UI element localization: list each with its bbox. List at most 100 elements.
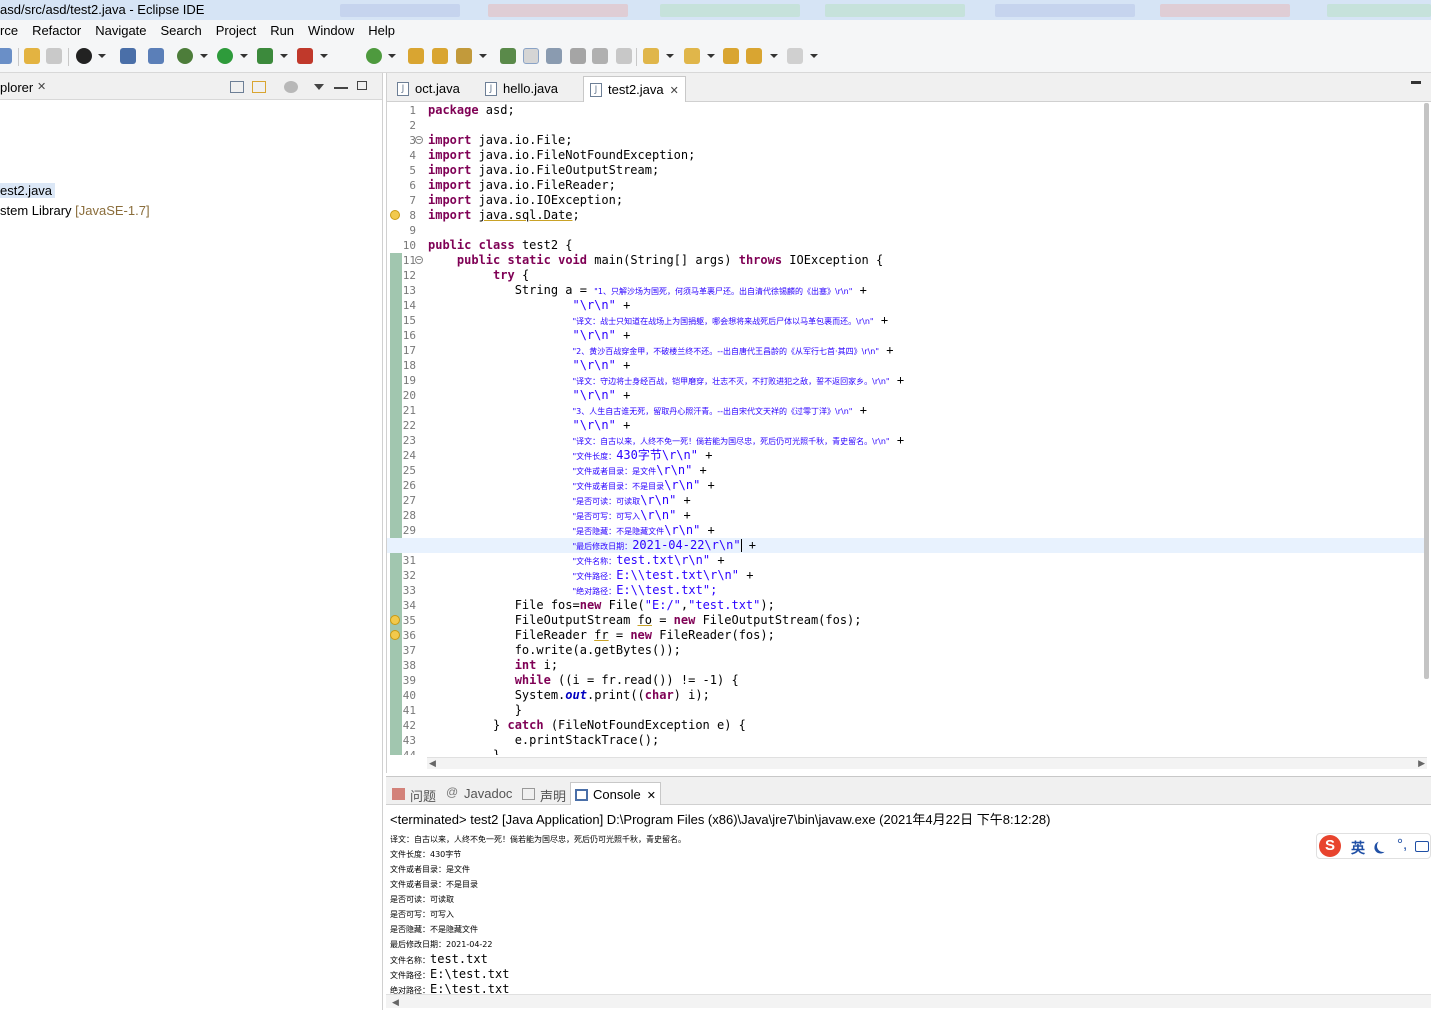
fold-icon[interactable]: − xyxy=(415,256,423,264)
undo-icon[interactable] xyxy=(24,48,40,64)
tab-declaration[interactable]: 声明 xyxy=(518,782,570,805)
fold-icon[interactable]: − xyxy=(415,136,423,144)
code-line[interactable]: "\r\n" + xyxy=(387,298,1427,313)
code-line[interactable]: import java.io.IOException; xyxy=(387,193,1427,208)
pin-icon[interactable] xyxy=(148,48,164,64)
tab-test2-java[interactable]: Jtest2.java ✕ xyxy=(583,76,686,102)
close-icon[interactable]: ✕ xyxy=(670,85,679,97)
chevron-down-icon[interactable] xyxy=(770,54,778,58)
code-line[interactable]: "3、人生自古谁无死，留取丹心照汗青。--出自宋代文天祥的《过零丁洋》\r\n"… xyxy=(387,403,1427,418)
coverage-icon[interactable] xyxy=(257,48,273,64)
horizontal-scrollbar[interactable]: ◀ ▶ xyxy=(427,757,1427,769)
external-tools-icon[interactable] xyxy=(297,48,313,64)
chevron-down-icon[interactable] xyxy=(240,54,248,58)
toggle-annotation-icon[interactable] xyxy=(500,48,516,64)
block-selection-icon[interactable] xyxy=(546,48,562,64)
code-line[interactable]: int i; xyxy=(387,658,1427,673)
chevron-down-icon[interactable] xyxy=(280,54,288,58)
code-line[interactable]: "文件长度：430字节\r\n" + xyxy=(387,448,1427,463)
pilcrow-icon[interactable] xyxy=(616,48,632,64)
scroll-left-icon[interactable]: ◀ xyxy=(392,997,399,1008)
chevron-down-icon[interactable] xyxy=(479,54,487,58)
explorer-tab[interactable]: plorer xyxy=(0,80,33,95)
horizontal-scrollbar[interactable]: ◀ xyxy=(386,994,1431,1008)
background-tab[interactable] xyxy=(660,4,800,17)
background-tab[interactable] xyxy=(1160,4,1290,17)
close-icon[interactable]: ✕ xyxy=(647,790,656,802)
code-line[interactable]: "是否可写：可写入\r\n" + xyxy=(387,508,1427,523)
scroll-left-icon[interactable]: ◀ xyxy=(429,758,436,769)
chevron-down-icon[interactable] xyxy=(666,54,674,58)
code-line[interactable]: "译文：战士只知道在战场上为国捐躯，哪会想将来战死后尸体以马革包裹而还。\r\n… xyxy=(387,313,1427,328)
debug-icon[interactable] xyxy=(177,48,193,64)
code-line[interactable]: public class test2 { xyxy=(387,238,1427,253)
chevron-down-icon[interactable] xyxy=(707,54,715,58)
punctuation-mode[interactable]: °, xyxy=(1397,836,1407,853)
console-view-icon[interactable] xyxy=(120,48,136,64)
menu-project[interactable]: Project xyxy=(216,23,256,38)
code-line[interactable]: "文件或者目录：是文件\r\n" + xyxy=(387,463,1427,478)
ime-toolbar[interactable]: S 英 °, xyxy=(1316,833,1431,859)
menu-search[interactable]: Search xyxy=(161,23,202,38)
previous-annotation-icon[interactable] xyxy=(684,48,700,64)
tab-javadoc[interactable]: @ Javadoc xyxy=(442,782,516,805)
code-line[interactable]: "文件路径：E:\\test.txt\r\n" + xyxy=(387,568,1427,583)
close-icon[interactable]: ✕ xyxy=(37,80,46,93)
chevron-down-icon[interactable] xyxy=(810,54,818,58)
tab-console[interactable]: Console ✕ xyxy=(570,782,661,805)
moon-icon[interactable] xyxy=(1375,838,1391,854)
chevron-down-icon[interactable] xyxy=(320,54,328,58)
ime-language-mode[interactable]: 英 xyxy=(1351,838,1365,858)
code-line[interactable]: String a = "1、只解沙场为国死，何须马革裹尸还。出自清代徐锡麟的《出… xyxy=(387,283,1427,298)
code-line[interactable]: import java.io.FileOutputStream; xyxy=(387,163,1427,178)
maximize-icon[interactable] xyxy=(357,81,367,90)
code-line[interactable]: fo.write(a.getBytes()); xyxy=(387,643,1427,658)
code-line[interactable]: "\r\n" + xyxy=(387,388,1427,403)
chevron-down-icon[interactable] xyxy=(200,54,208,58)
open-type-icon[interactable] xyxy=(408,48,424,64)
code-line[interactable]: import java.sql.Date; xyxy=(387,208,1427,223)
mark-occurrences-icon[interactable] xyxy=(523,48,539,64)
open-task-icon[interactable] xyxy=(432,48,448,64)
code-line[interactable]: e.printStackTrace(); xyxy=(387,733,1427,748)
next-annotation-icon[interactable] xyxy=(643,48,659,64)
tab-oct-java[interactable]: Joct.java xyxy=(391,76,466,102)
code-line[interactable]: "\r\n" + xyxy=(387,418,1427,433)
code-line[interactable]: System.out.print((char) i); xyxy=(387,688,1427,703)
code-line[interactable]: "\r\n" + xyxy=(387,358,1427,373)
warning-icon[interactable] xyxy=(390,630,400,640)
code-line[interactable]: } xyxy=(387,703,1427,718)
menu-source[interactable]: rce xyxy=(0,23,18,38)
keyboard-icon[interactable] xyxy=(1415,841,1429,852)
collapse-all-icon[interactable] xyxy=(230,81,244,93)
search-icon[interactable] xyxy=(456,48,472,64)
code-line[interactable]: File fos=new File("E:/","test.txt"); xyxy=(387,598,1427,613)
code-line[interactable]: "是否可读：可读取\r\n" + xyxy=(387,493,1427,508)
background-tab[interactable] xyxy=(825,4,965,17)
minimize-icon[interactable] xyxy=(334,87,348,89)
menu-help[interactable]: Help xyxy=(368,23,395,38)
last-edit-icon[interactable] xyxy=(723,48,739,64)
tree-item-jre-library[interactable]: stem Library [JavaSE-1.7] xyxy=(0,203,150,218)
run-icon[interactable] xyxy=(217,48,233,64)
code-line[interactable]: } xyxy=(387,748,1427,755)
code-line[interactable]: − import java.io.File; xyxy=(387,133,1427,148)
console-output[interactable]: 译文：自古以来，人终不免一死！倘若能为国尽忠，死后仍可光照千秋，青史留名。 文件长… xyxy=(390,832,1390,997)
forward-icon[interactable] xyxy=(787,48,803,64)
profile-icon[interactable] xyxy=(76,48,92,64)
new-java-class-icon[interactable] xyxy=(366,48,382,64)
tree-item-test2-java[interactable]: est2.java xyxy=(0,183,56,198)
show-whitespace-icon[interactable] xyxy=(592,48,608,64)
code-line[interactable]: FileReader fr = new FileReader(fos); xyxy=(387,628,1427,643)
warning-icon[interactable] xyxy=(390,210,400,220)
vertical-scrollbar[interactable] xyxy=(1424,103,1429,679)
warning-icon[interactable] xyxy=(390,615,400,625)
code-line[interactable]: "\r\n" + xyxy=(387,328,1427,343)
code-line[interactable]: − public static void main(String[] args)… xyxy=(387,253,1427,268)
back-icon[interactable] xyxy=(746,48,762,64)
menu-run[interactable]: Run xyxy=(270,23,294,38)
sogou-logo-icon[interactable]: S xyxy=(1319,835,1341,857)
link-with-editor-icon[interactable] xyxy=(252,81,266,93)
scroll-right-icon[interactable]: ▶ xyxy=(1418,758,1425,769)
code-line[interactable]: "译文：守边将士身经百战，铠甲磨穿，壮志不灭，不打败进犯之敌，誓不返回家乡。\r… xyxy=(387,373,1427,388)
